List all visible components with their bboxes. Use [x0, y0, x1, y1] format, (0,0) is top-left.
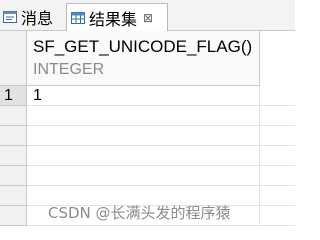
- row-number: [0, 126, 27, 146]
- close-icon[interactable]: ⊠: [143, 11, 153, 25]
- table-row: [27, 166, 295, 186]
- row-number: [0, 166, 27, 186]
- tab-messages-label: 消息: [21, 8, 54, 28]
- row-number: [0, 186, 27, 206]
- row-number[interactable]: 1: [0, 86, 27, 106]
- table-cell: [27, 166, 260, 186]
- table-row: 1: [27, 86, 295, 106]
- table-row: [27, 146, 295, 166]
- table-icon: [71, 11, 85, 24]
- column-type: INTEGER: [33, 61, 105, 78]
- row-header-column: 1: [0, 86, 27, 226]
- tab-messages[interactable]: 消息: [2, 3, 65, 30]
- table-cell: [27, 126, 260, 146]
- table-cell: [27, 106, 260, 126]
- column-name: SF_GET_UNICODE_FLAG(): [33, 37, 253, 56]
- result-tab-bar: 消息 结果集 ⊠: [0, 0, 295, 31]
- table-row: [27, 126, 295, 146]
- column-header[interactable]: SF_GET_UNICODE_FLAG() INTEGER: [27, 31, 260, 86]
- table-row: [27, 106, 295, 126]
- result-grid[interactable]: SF_GET_UNICODE_FLAG() INTEGER 1 1: [0, 31, 295, 231]
- row-number: [0, 206, 27, 226]
- row-number: [0, 106, 27, 126]
- table-cell: [27, 146, 260, 166]
- tab-result-set-label: 结果集: [89, 9, 138, 29]
- row-number: [0, 146, 27, 166]
- messages-icon: [3, 10, 17, 23]
- grid-corner: [0, 31, 27, 86]
- tab-result-set[interactable]: 结果集 ⊠: [66, 3, 168, 31]
- table-cell[interactable]: 1: [27, 86, 260, 106]
- watermark-text: CSDN @长满头发的程序猿: [48, 204, 231, 222]
